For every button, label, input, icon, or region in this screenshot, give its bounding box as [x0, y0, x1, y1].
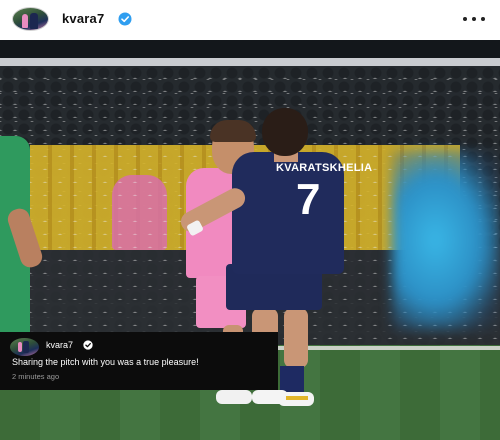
comment-username[interactable]: kvara7	[46, 340, 73, 350]
verified-badge-icon	[118, 12, 132, 26]
comment-timestamp: 2 minutes ago	[12, 372, 60, 381]
comment-overlay: kvara7 Sharing the pitch with you was a …	[0, 332, 278, 390]
dot	[481, 17, 485, 21]
avatar-figure	[18, 342, 22, 352]
profile-username[interactable]: kvara7	[62, 11, 104, 26]
navy-player-leg	[284, 308, 308, 368]
pink-player-hair	[210, 120, 256, 142]
comment-text: Sharing the pitch with you was a true pl…	[12, 357, 199, 367]
boot-stripe	[286, 396, 308, 400]
blurred-player	[392, 150, 500, 330]
comment-avatar[interactable]	[10, 338, 39, 356]
pink-player-boot	[216, 390, 252, 404]
verified-badge-icon	[83, 340, 93, 350]
more-options-icon[interactable]	[460, 9, 488, 29]
profile-avatar[interactable]	[12, 7, 49, 31]
avatar-figure	[23, 341, 29, 353]
jersey-number: 7	[296, 175, 321, 224]
dot	[463, 17, 467, 21]
post-header: kvara7	[0, 0, 500, 40]
navy-player-head	[262, 108, 308, 156]
dot	[472, 17, 476, 21]
avatar-figure	[22, 14, 28, 28]
post-photo[interactable]: KVARATSKHELIA 7 kvara7 Sharing the pitch…	[0, 40, 500, 440]
goal-crossbar	[0, 58, 500, 66]
jersey-name: KVARATSKHELIA	[276, 162, 373, 174]
avatar-figure	[30, 13, 38, 29]
